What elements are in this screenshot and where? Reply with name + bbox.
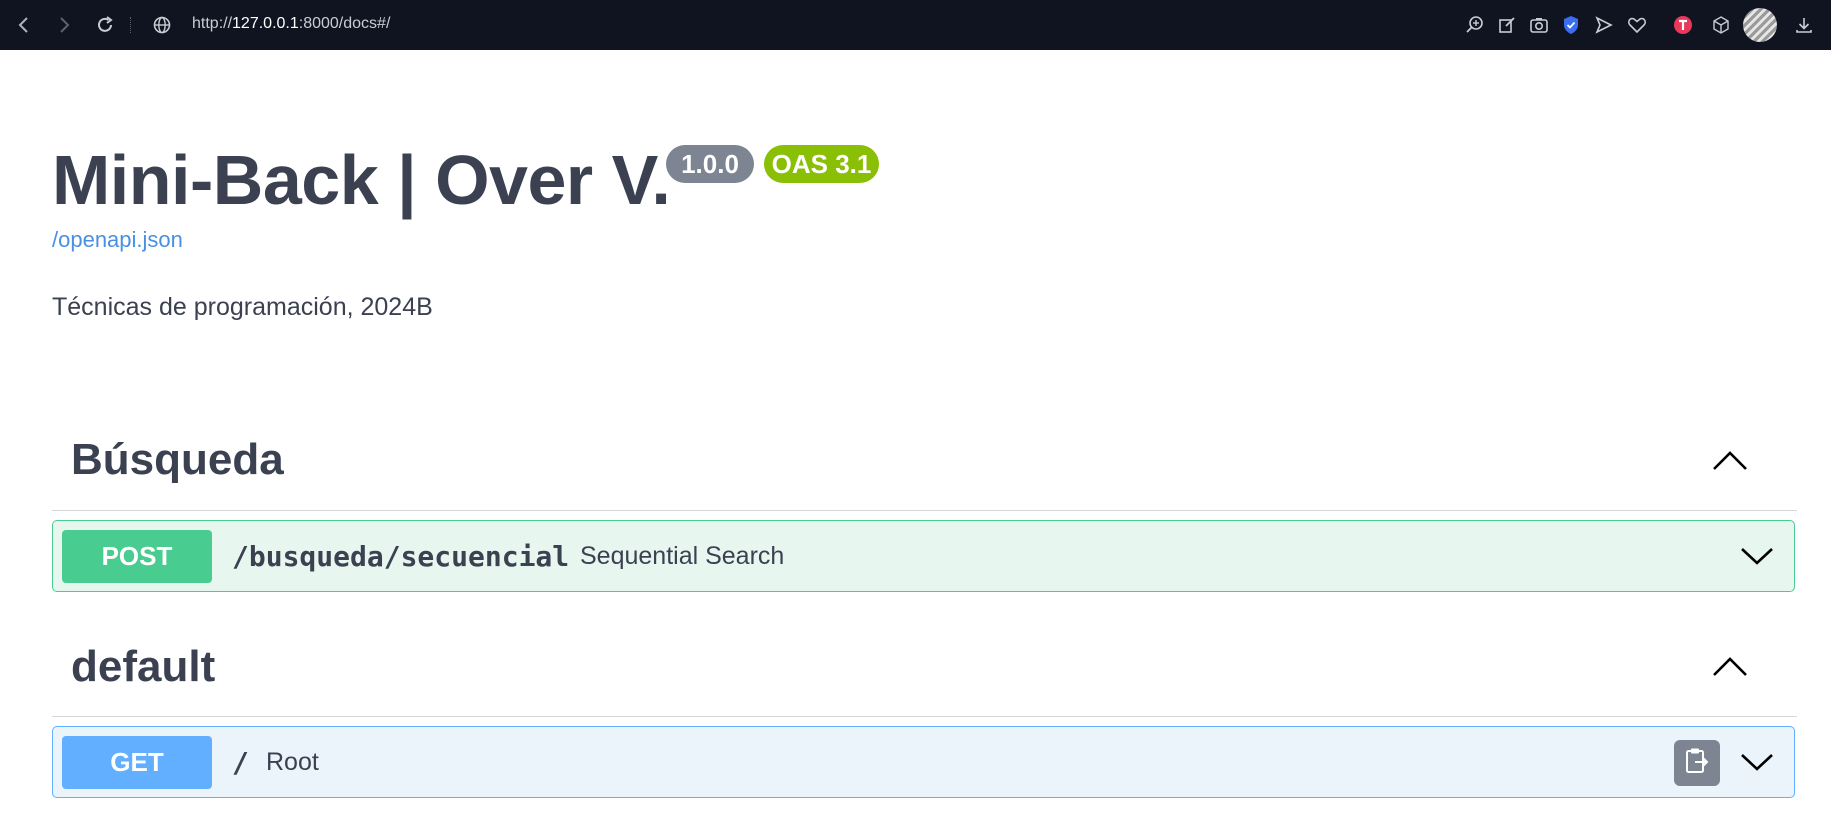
url-rest: :8000/docs#/ [298,15,391,32]
version-badge: 1.0.0 [666,145,754,183]
operation-path: /busqueda/secuencial [232,540,570,573]
zoom-icon[interactable] [1464,14,1486,36]
url-host: 127.0.0.1 [232,15,299,32]
back-icon[interactable] [12,13,36,37]
send-icon[interactable] [1593,14,1615,36]
url-prefix: http:// [192,15,233,32]
chevron-down-icon[interactable] [1739,749,1775,775]
api-description: Técnicas de programación, 2024B [52,293,433,321]
section-divider [52,716,1797,717]
chevron-down-icon[interactable] [1739,543,1775,569]
heart-icon[interactable] [1626,14,1648,36]
forward-icon[interactable] [52,13,76,37]
operation-get-root[interactable]: GET / Root [52,726,1795,798]
avatar[interactable] [1743,8,1777,42]
copy-path-button[interactable] [1674,740,1720,786]
section-divider [52,510,1797,511]
oas-badge: OAS 3.1 [764,145,879,183]
operation-summary: Sequential Search [580,542,785,570]
globe-icon[interactable] [150,13,174,37]
clipboard-icon [1684,747,1710,780]
chevron-up-icon[interactable] [1710,447,1750,475]
section-title-busqueda[interactable]: Búsqueda [71,435,284,485]
operation-path: / [232,746,249,779]
browser-toolbar: http://127.0.0.1:8000/docs#/ [0,0,1831,50]
openapi-json-link[interactable]: /openapi.json [52,227,183,253]
operation-summary: Root [266,748,319,776]
extension-icon[interactable] [1672,14,1694,36]
address-bar[interactable]: http://127.0.0.1:8000/docs#/ [192,15,390,33]
api-title: Mini-Back | Over V. [52,141,671,219]
reload-icon[interactable] [93,13,117,37]
section-title-default[interactable]: default [71,642,215,692]
method-badge-get: GET [62,736,212,789]
chevron-up-icon[interactable] [1710,653,1750,681]
method-badge-post: POST [62,530,212,583]
download-icon[interactable] [1793,14,1815,36]
toolbar-separator [130,17,133,33]
camera-icon[interactable] [1528,14,1550,36]
cube-icon[interactable] [1710,14,1732,36]
edit-icon[interactable] [1496,14,1518,36]
shield-icon[interactable] [1560,14,1582,36]
operation-post-busqueda-secuencial[interactable]: POST /busqueda/secuencial Sequential Sea… [52,520,1795,592]
